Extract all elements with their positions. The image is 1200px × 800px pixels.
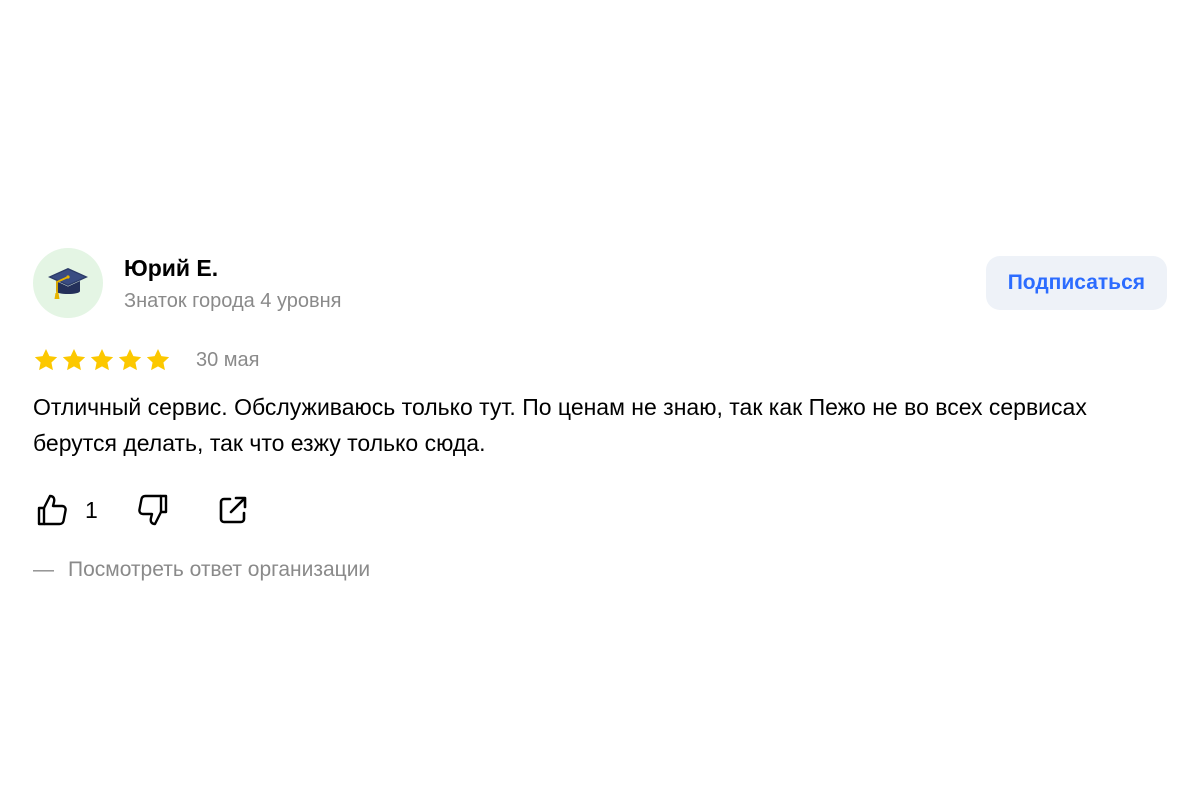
review-date: 30 мая [196, 348, 260, 371]
review-header: Юрий Е. Знаток города 4 уровня Подписать… [33, 248, 1167, 320]
review-actions: 1 [33, 490, 250, 530]
review-text: Отличный сервис. Обслуживаюсь только тут… [33, 394, 1087, 456]
star-icon [34, 348, 58, 371]
org-reply-link[interactable]: — Посмотреть ответ организации [33, 556, 370, 584]
like-count: 1 [85, 496, 98, 523]
author-name[interactable]: Юрий Е. [124, 254, 218, 282]
share-icon [219, 496, 247, 524]
thumbs-up-icon [37, 494, 67, 526]
star-icon [62, 348, 86, 371]
author-level: Знаток города 4 уровня [124, 290, 342, 312]
dislike-button[interactable] [134, 491, 172, 529]
like-button[interactable]: 1 [33, 491, 98, 529]
thumbs-down-icon [138, 494, 167, 526]
avatar[interactable] [33, 248, 103, 318]
review-meta: 30 мая [33, 345, 260, 375]
star-icon [118, 348, 142, 371]
org-reply-dash: — [33, 558, 54, 581]
review-card: Юрий Е. Знаток города 4 уровня Подписать… [33, 248, 1167, 581]
share-button[interactable] [216, 493, 250, 527]
star-icon [90, 348, 114, 371]
org-reply-label: Посмотреть ответ организации [68, 558, 371, 581]
rating-stars [33, 347, 171, 373]
graduation-cap-icon [48, 268, 88, 299]
subscribe-button[interactable]: Подписаться [985, 256, 1167, 310]
star-icon [146, 348, 170, 371]
